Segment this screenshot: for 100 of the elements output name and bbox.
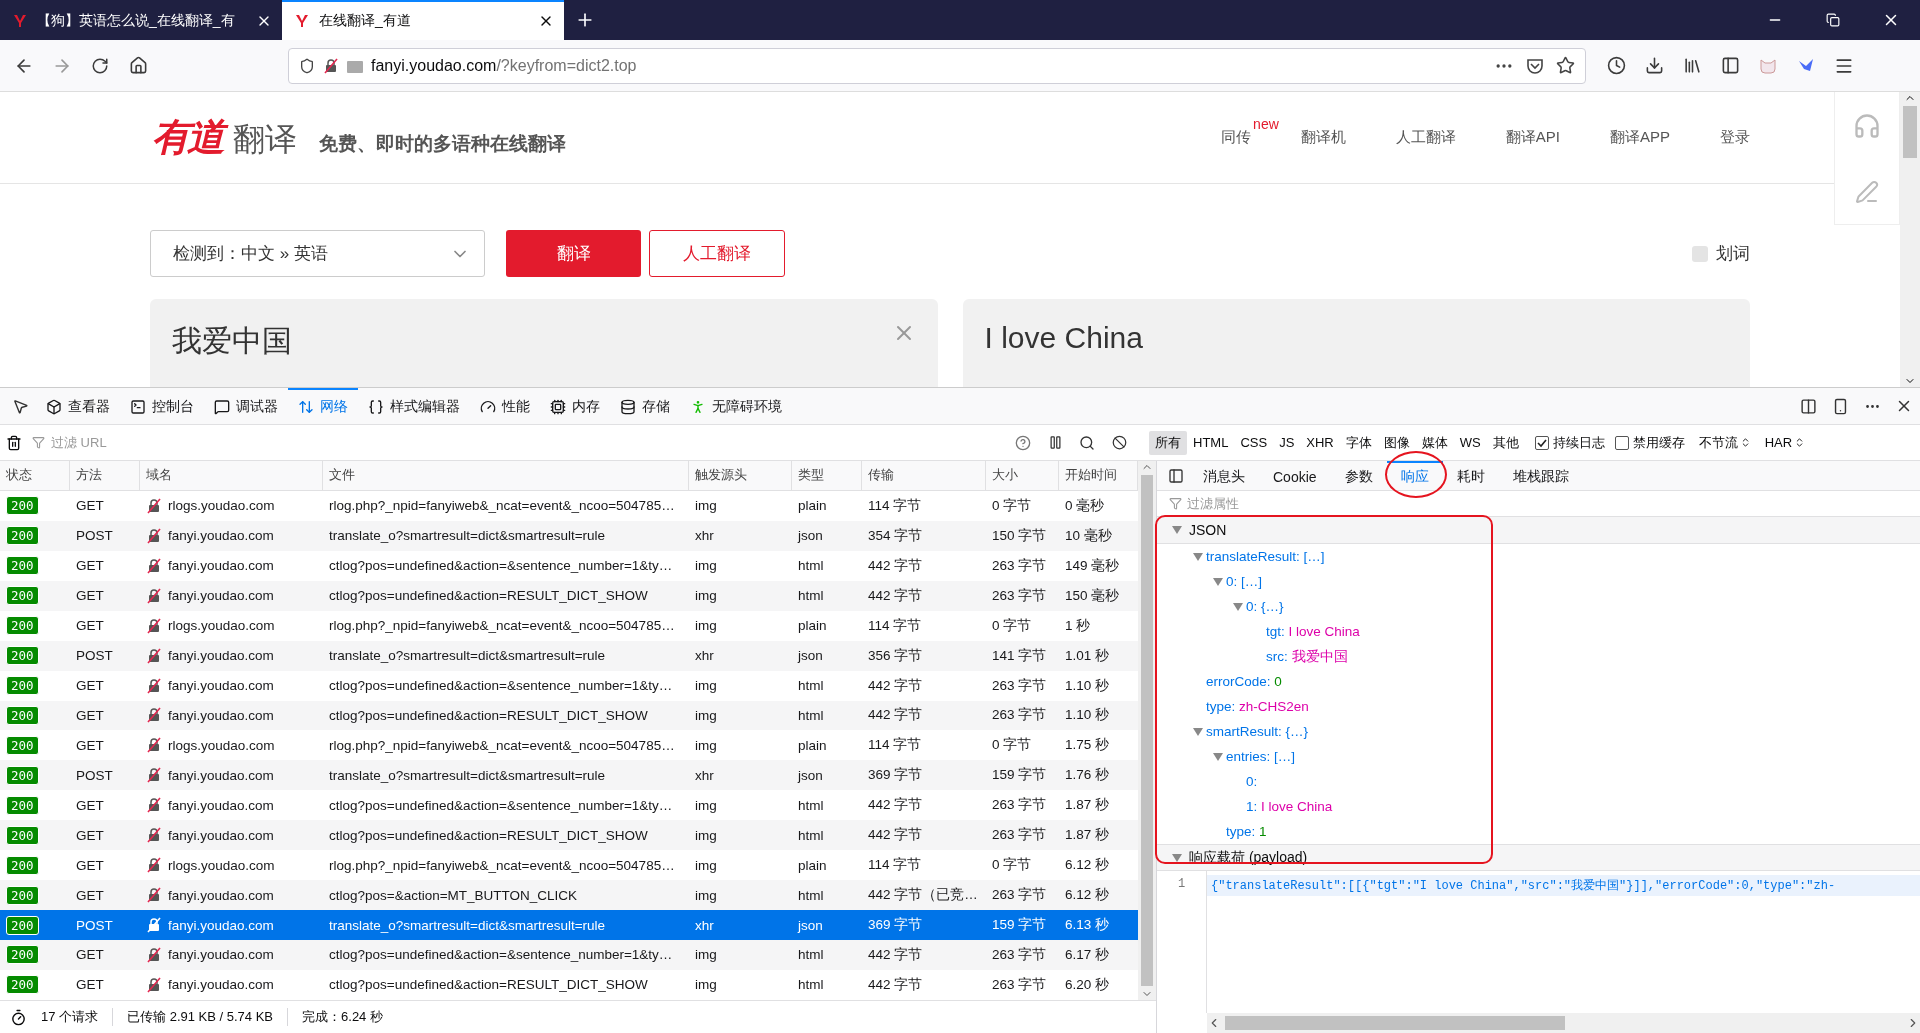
history-icon[interactable]	[1606, 56, 1626, 75]
type-filter-button[interactable]: HTML	[1187, 432, 1235, 453]
picker-icon[interactable]	[11, 397, 29, 415]
column-header[interactable]: 状态	[0, 461, 70, 490]
download-icon[interactable]	[1644, 56, 1664, 75]
browser-tab[interactable]: 在线翻译_有道	[282, 0, 564, 40]
pause-icon[interactable]	[1047, 435, 1063, 450]
type-filter-button[interactable]: CSS	[1234, 432, 1274, 453]
table-cell: 0 字节	[992, 856, 1032, 875]
table-scrollbar[interactable]	[1138, 461, 1156, 1000]
search-icon[interactable]	[1079, 434, 1095, 451]
home-icon[interactable]	[128, 56, 148, 75]
table-cell: fanyi.youdao.com	[168, 708, 274, 723]
status-badge: 200	[6, 556, 39, 576]
type-filter-button[interactable]: 媒体	[1415, 430, 1454, 455]
page-scrollbar[interactable]	[1900, 92, 1920, 387]
scroll-thumb[interactable]	[1225, 1016, 1565, 1030]
column-header[interactable]: 类型	[792, 461, 862, 490]
restore-icon[interactable]	[1826, 13, 1840, 27]
expand-triangle-icon[interactable]	[1232, 600, 1244, 613]
devtools-tab[interactable]: 调试器	[204, 388, 288, 424]
column-header[interactable]: 大小	[986, 461, 1059, 490]
detail-tab[interactable]: 消息头	[1189, 461, 1259, 490]
insecure-lock-icon	[146, 527, 162, 544]
request-row[interactable]: 200 GET fanyi.youdao.com ctlog?pos=undefined&action=RESULT_DICT_SHOW img html 442 字节 263 字节 1.87 秒	[0, 820, 1138, 851]
expand-triangle-icon[interactable]	[1212, 750, 1224, 763]
devtools-tab[interactable]: 查看器	[36, 388, 120, 424]
type-filter-button[interactable]: 图像	[1377, 430, 1416, 455]
devtools-tab[interactable]: 存储	[610, 388, 680, 424]
scroll-thumb[interactable]	[1141, 475, 1153, 986]
type-filter-button[interactable]: JS	[1273, 432, 1301, 453]
nav-link[interactable]: 登录	[1720, 128, 1750, 147]
devtools-tab[interactable]: 网络	[288, 388, 358, 424]
option-checkbox[interactable]	[1614, 435, 1629, 450]
sidebar-icon[interactable]	[1720, 56, 1740, 75]
detail-tab[interactable]: 堆栈跟踪	[1498, 461, 1583, 490]
type-filter-button[interactable]: XHR	[1300, 432, 1340, 453]
expand-triangle-icon[interactable]	[1192, 725, 1204, 738]
expand-triangle-icon[interactable]	[1171, 851, 1183, 864]
nav-link[interactable]: 人工翻译	[1395, 128, 1456, 147]
devtools-tab[interactable]: 性能	[470, 388, 540, 424]
option-checkbox[interactable]	[1534, 435, 1549, 450]
browser-tab[interactable]: 【狗】英语怎么说_在线翻译_有	[0, 0, 282, 40]
insecure-lock-icon	[146, 767, 162, 784]
dock-icon[interactable]	[1799, 397, 1817, 415]
request-row[interactable]: 200 GET fanyi.youdao.com ctlog?pos=undefined&action=&sentence_number=1&ty… img html 442 字节 263 字节 6.17 秒	[0, 940, 1138, 970]
request-row[interactable]: 200 POST fanyi.youdao.com translate_o?smartresult=dict&smartresult=rule xhr json 369 字节 159 字节 1.76 秒	[0, 760, 1138, 791]
expand-triangle-icon[interactable]	[1192, 550, 1204, 563]
reload-icon[interactable]	[91, 56, 109, 75]
request-row[interactable]: 200 GET fanyi.youdao.com ctlog?pos=undefined&action=RESULT_DICT_SHOW img html 442 字节 263 字节 1.10 秒	[0, 700, 1138, 731]
nav-link[interactable]: 翻译API	[1505, 128, 1560, 147]
braces-icon	[368, 399, 384, 415]
detail-tab[interactable]: Cookie	[1259, 461, 1331, 490]
detail-tab[interactable]: 参数	[1330, 461, 1387, 490]
horizontal-scrollbar[interactable]	[1207, 1013, 1920, 1033]
table-cell: 0 毫秒	[1065, 496, 1105, 515]
language-select[interactable]: 检测到：中文 » 英语	[150, 230, 485, 277]
panel-toggle-icon[interactable]	[1168, 467, 1184, 484]
devtools-tab[interactable]: 控制台	[120, 388, 204, 424]
source-panel[interactable]: 我爱中国	[150, 299, 938, 387]
type-filter-button[interactable]: WS	[1453, 432, 1487, 453]
help-icon[interactable]	[1015, 434, 1031, 451]
throttle-select[interactable]: 不节流	[1698, 433, 1751, 452]
human-translation-button[interactable]: 人工翻译	[649, 230, 785, 277]
expand-triangle-icon[interactable]	[1212, 575, 1224, 588]
json-section-header[interactable]: JSON	[1157, 517, 1920, 544]
devtools-tab[interactable]: 样式编辑器	[358, 388, 470, 424]
type-filter-button[interactable]: 其他	[1486, 430, 1525, 455]
table-cell: img	[695, 827, 717, 843]
detail-tab[interactable]: 耗时	[1442, 461, 1499, 490]
column-header[interactable]: 方法	[70, 461, 140, 490]
column-header[interactable]: 文件	[323, 461, 689, 490]
logo-mark: 有道	[150, 113, 230, 160]
library-icon[interactable]	[1682, 56, 1702, 75]
pocket-icon[interactable]	[1526, 56, 1544, 75]
star-icon[interactable]	[1556, 56, 1575, 75]
column-header[interactable]: 域名	[140, 461, 323, 490]
word-select-checkbox[interactable]	[1692, 245, 1708, 262]
devtools-tab[interactable]: 内存	[540, 388, 610, 424]
translate-button[interactable]: 翻译	[506, 230, 641, 277]
block-icon[interactable]	[1111, 435, 1127, 450]
scroll-thumb[interactable]	[1903, 106, 1917, 158]
type-filter-button[interactable]: 字体	[1339, 430, 1378, 455]
nav-link[interactable]: 翻译APP	[1610, 128, 1670, 147]
request-row[interactable]: 200 GET fanyi.youdao.com ctlog?pos=&action=MT_BUTTON_CLICK img html 442 字节（已竞… 263 字节 6.12 秒	[0, 880, 1138, 911]
detail-tab[interactable]: 响应	[1386, 461, 1443, 490]
request-row[interactable]: 200 POST fanyi.youdao.com translate_o?smartresult=dict&smartresult=rule xhr json 369 字节 159 字节 6.13 秒	[0, 910, 1138, 940]
column-header[interactable]: 传输	[862, 461, 986, 490]
request-row[interactable]: 200 POST fanyi.youdao.com translate_o?smartresult=dict&smartresult=rule xhr json 354 字节 150 字节 10 毫秒	[0, 520, 1138, 551]
nav-link[interactable]: 翻译机	[1300, 128, 1346, 147]
request-row[interactable]: 200 POST fanyi.youdao.com translate_o?smartresult=dict&smartresult=rule xhr json 356 字节 141 字节 1.01 秒	[0, 640, 1138, 671]
devtools-tab[interactable]: 无障碍环境	[680, 388, 792, 424]
har-menu[interactable]: HAR	[1764, 435, 1806, 450]
type-filter-button[interactable]: 所有	[1149, 430, 1187, 455]
table-cell: 263 字节	[992, 676, 1047, 695]
request-row[interactable]: 200 GET fanyi.youdao.com ctlog?pos=undefined&action=RESULT_DICT_SHOW img html 442 字节 263 字节 150 毫秒	[0, 580, 1138, 611]
expand-triangle-icon[interactable]	[1171, 524, 1183, 536]
address-bar[interactable]: fanyi.youdao.com/?keyfrom=dict2.top	[288, 47, 1586, 84]
column-header[interactable]: 触发源头	[689, 461, 792, 490]
clear-icon[interactable]	[6, 434, 22, 451]
